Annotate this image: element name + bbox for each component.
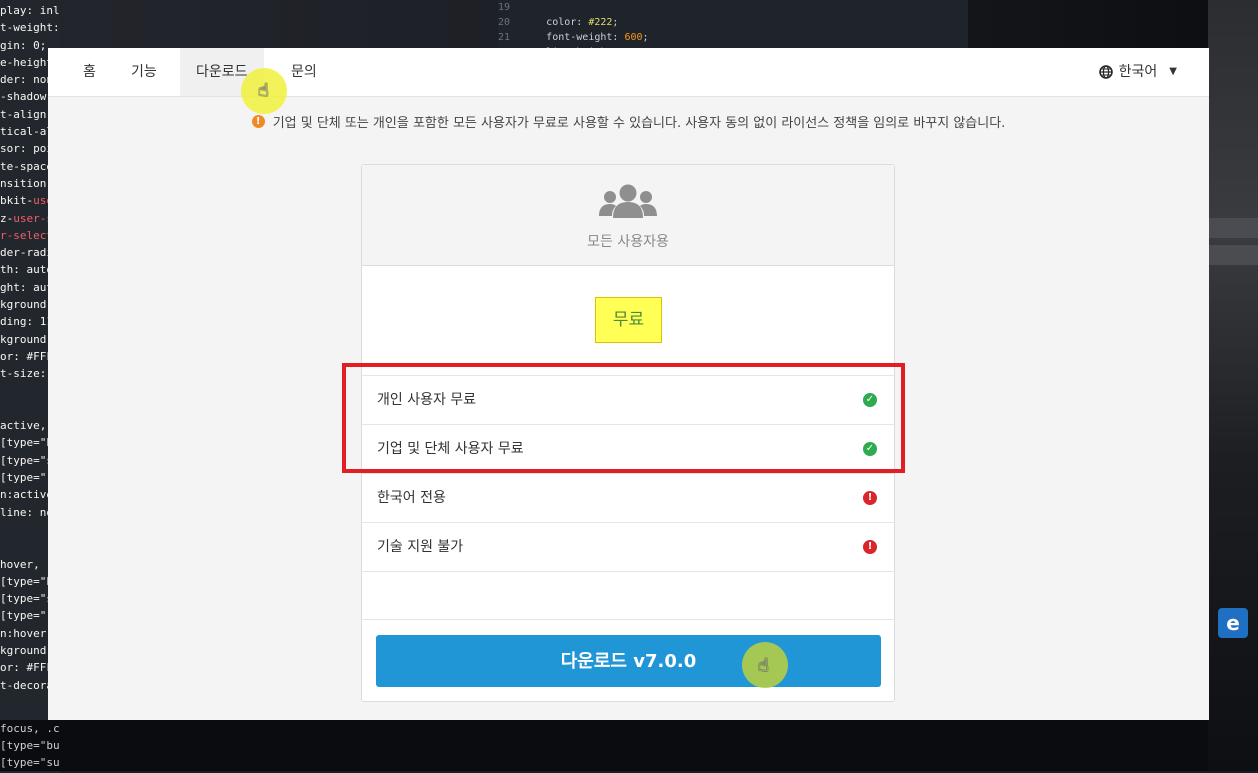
globe-icon: [1098, 65, 1113, 79]
hand-cursor-icon: ☝: [758, 655, 769, 676]
top-navigation: 홈 기능 다운로드 문의 한국어 ▼: [48, 48, 1209, 97]
feature-label: 기술 지원 불가: [377, 539, 464, 555]
background-code-bottom: focus, .c [type="bu [type="su [type="res…: [0, 720, 1208, 771]
divider: [362, 571, 894, 572]
license-notice: ! 기업 및 단체 또는 개인을 포함한 모든 사용자가 무료로 사용할 수 있…: [48, 112, 1209, 131]
language-label: 한국어: [1118, 64, 1158, 80]
users-icon: [599, 184, 657, 218]
highlight-box: [342, 363, 905, 473]
exclamation-circle-icon: !: [863, 491, 877, 505]
feature-row: 한국어 전용 !: [362, 473, 894, 522]
nav-home[interactable]: 홈: [67, 48, 112, 96]
hand-cursor-icon: ☝: [258, 80, 269, 101]
edge-browser-icon: e: [1218, 608, 1248, 638]
warning-icon: !: [251, 115, 265, 128]
download-button[interactable]: 다운로드 v7.0.0: [376, 635, 881, 687]
language-selector[interactable]: 한국어 ▼: [1098, 48, 1177, 96]
background-editor-panel: [1208, 0, 1258, 771]
nav-features[interactable]: 기능: [115, 48, 173, 96]
background-code-editor-top: 19 20 color: #222; 21 font-weight: 600; …: [498, 0, 968, 48]
feature-row: 기술 지원 불가 !: [362, 522, 894, 571]
exclamation-circle-icon: !: [863, 540, 877, 554]
license-notice-text: 기업 및 단체 또는 개인을 포함한 모든 사용자가 무료로 사용할 수 있습니…: [272, 116, 1006, 131]
price-label: 무료: [595, 297, 662, 343]
pricing-card-header: 모든 사용자용: [362, 165, 894, 266]
audience-label: 모든 사용자용: [587, 234, 669, 250]
feature-label: 한국어 전용: [377, 490, 446, 506]
caret-down-icon: ▼: [1169, 66, 1177, 77]
divider: [362, 619, 894, 620]
